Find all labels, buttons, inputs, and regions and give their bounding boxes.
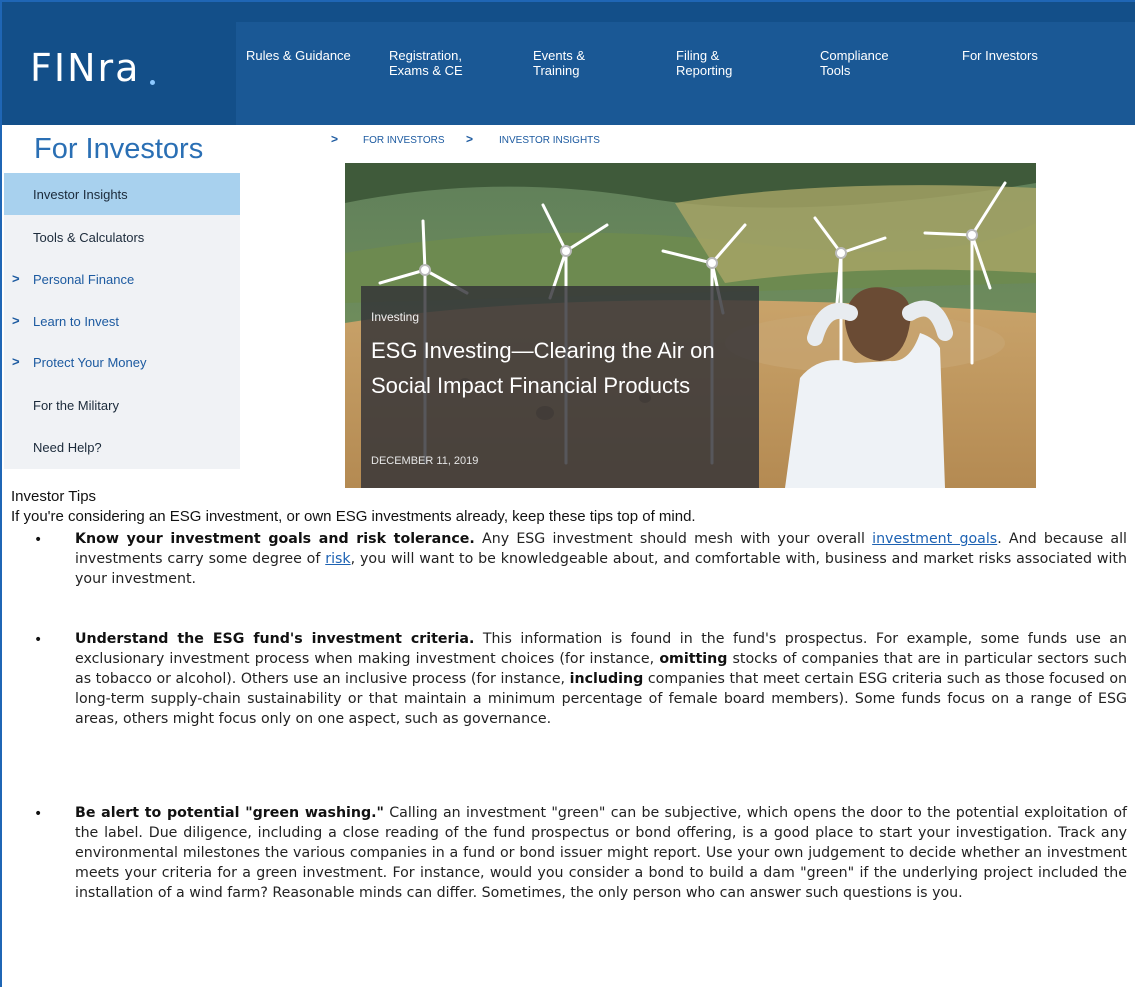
sidebar-item-label: Personal Finance (33, 272, 135, 287)
hero-title[interactable]: ESG Investing—Clearing the Air on Social… (371, 333, 751, 403)
breadcrumb-for-investors[interactable]: FOR INVESTORS (363, 135, 445, 146)
nav-events-training[interactable]: Events & Training (533, 48, 585, 78)
nav-rules-guidance[interactable]: Rules & Guidance (246, 48, 351, 63)
intro-paragraph: If you're considering an ESG investment,… (11, 508, 696, 525)
hero-category[interactable]: Investing (371, 310, 419, 324)
sidebar-nav: Investor Insights Tools & Calculators > … (4, 173, 240, 469)
main-nav: Rules & Guidance Registration, Exams & C… (236, 22, 1135, 125)
logo-area[interactable]: FINra (2, 2, 234, 125)
tip-emphasis: omitting (659, 651, 728, 667)
tip-text: Any ESG investment should mesh with your… (474, 531, 873, 547)
hero-date: DECEMBER 11, 2019 (371, 455, 479, 467)
investment-goals-link[interactable]: investment goals (872, 531, 997, 547)
sidebar-item-label: For the Military (33, 398, 119, 413)
bullet-marker: • (34, 806, 43, 822)
tip-heading: Understand the ESG fund's investment cri… (75, 631, 475, 647)
sidebar-item-for-the-military[interactable]: For the Military (4, 384, 240, 426)
breadcrumb-separator: > (331, 132, 339, 146)
nav-for-investors[interactable]: For Investors (962, 48, 1038, 63)
nav-compliance-tools[interactable]: Compliance Tools (820, 48, 889, 78)
sidebar-item-personal-finance[interactable]: > Personal Finance (4, 258, 240, 300)
finra-logo[interactable]: FINra (30, 46, 140, 90)
site-header: FINra Rules & Guidance Registration, Exa… (2, 2, 1135, 125)
sidebar-title: For Investors (34, 133, 204, 165)
nav-filing-reporting[interactable]: Filing & Reporting (676, 48, 732, 78)
nav-registration-exams[interactable]: Registration, Exams & CE (389, 48, 463, 78)
tip-item: Know your investment goals and risk tole… (75, 529, 1127, 589)
tip-item: Understand the ESG fund's investment cri… (75, 629, 1127, 729)
tip-heading: Be alert to potential "green washing." (75, 805, 384, 821)
logo-dot (150, 80, 155, 85)
chevron-right-icon: > (12, 313, 20, 328)
sidebar-item-label: Need Help? (33, 440, 102, 455)
section-heading: Investor Tips (11, 488, 97, 505)
tip-emphasis: including (569, 671, 644, 687)
sidebar-item-need-help[interactable]: Need Help? (4, 426, 240, 468)
chevron-right-icon: > (12, 354, 20, 369)
risk-link[interactable]: risk (325, 551, 350, 567)
frame-left-border (0, 0, 2, 987)
breadcrumb-separator: > (466, 132, 474, 146)
sidebar-item-label: Tools & Calculators (33, 230, 145, 245)
sidebar-item-protect-your-money[interactable]: > Protect Your Money (4, 341, 240, 383)
chevron-right-icon: > (12, 271, 20, 286)
sidebar-item-tools-calculators[interactable]: Tools & Calculators (4, 216, 240, 258)
sidebar-item-label: Protect Your Money (33, 355, 147, 370)
breadcrumb-investor-insights[interactable]: INVESTOR INSIGHTS (499, 135, 600, 146)
sidebar-item-learn-to-invest[interactable]: > Learn to Invest (4, 300, 240, 342)
bullet-marker: • (34, 532, 43, 548)
sidebar-item-label: Learn to Invest (33, 314, 119, 329)
sidebar-item-label: Investor Insights (33, 187, 128, 202)
tip-heading: Know your investment goals and risk tole… (75, 531, 475, 547)
bullet-marker: • (34, 632, 43, 648)
tip-item: Be alert to potential "green washing." C… (75, 803, 1127, 903)
sidebar-item-investor-insights[interactable]: Investor Insights (4, 173, 240, 215)
